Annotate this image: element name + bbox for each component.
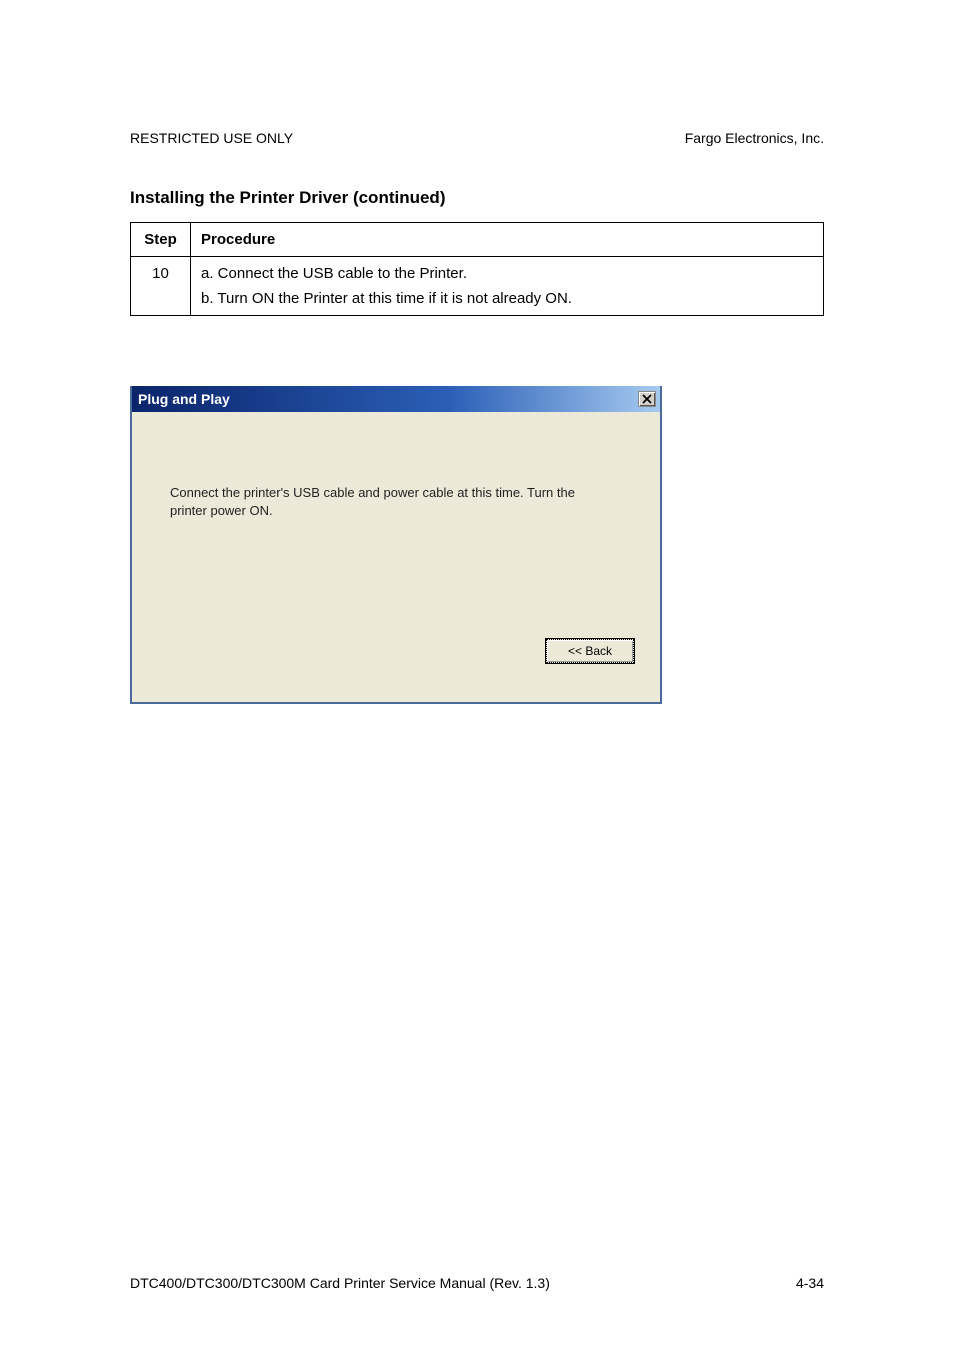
col-proc-header: Procedure [191,223,824,257]
dialog-message: Connect the printer's USB cable and powe… [170,484,600,519]
footer-right: 4-34 [796,1275,824,1291]
back-button-label: << Back [568,644,612,658]
dialog-body: Connect the printer's USB cable and powe… [132,412,660,702]
plug-and-play-dialog: Plug and Play Connect the printer's USB … [130,386,662,704]
procedure-table: Step Procedure 10 a. Connect the USB cab… [130,222,824,316]
dialog-titlebar: Plug and Play [132,386,660,412]
procedure-line-a: a. Connect the USB cable to the Printer. [201,265,813,282]
procedure-line-b: b. Turn ON the Printer at this time if i… [201,290,813,307]
table-header-row: Step Procedure [131,223,824,257]
table-row: 10 a. Connect the USB cable to the Print… [131,257,824,316]
footer-left: DTC400/DTC300/DTC300M Card Printer Servi… [130,1275,550,1291]
section-title: Installing the Printer Driver (continued… [130,188,824,208]
step-number: 10 [131,257,191,316]
header-left: RESTRICTED USE ONLY [130,130,293,146]
back-button[interactable]: << Back [546,639,634,663]
dialog-title: Plug and Play [138,391,230,407]
col-step-header: Step [131,223,191,257]
header-right: Fargo Electronics, Inc. [685,130,824,146]
procedure-cell: a. Connect the USB cable to the Printer.… [191,257,824,316]
close-icon [642,394,652,404]
close-button[interactable] [638,391,656,407]
